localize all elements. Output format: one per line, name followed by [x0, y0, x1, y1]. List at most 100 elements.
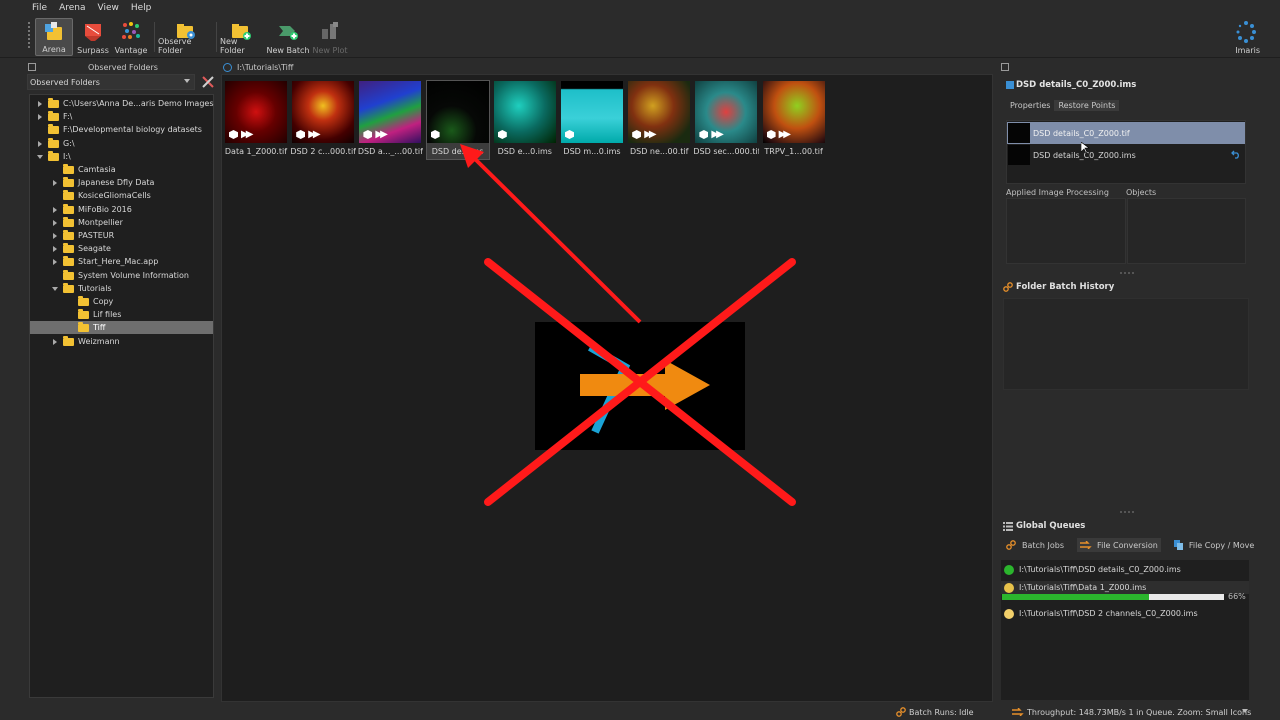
- tree-item[interactable]: MiFoBio 2016: [30, 203, 213, 216]
- folder-tree[interactable]: C:\Users\Anna De...aris Demo Images F:\ F:…: [29, 94, 214, 698]
- chevron-right-icon[interactable]: [53, 206, 57, 213]
- tree-item[interactable]: Lif files: [30, 308, 213, 321]
- undock-icon[interactable]: [1001, 63, 1009, 71]
- tree-item[interactable]: Japanese Dfly Data: [30, 176, 213, 189]
- new-plot-button[interactable]: New Plot: [312, 18, 348, 56]
- observed-folders-select[interactable]: Observed Folders: [27, 74, 195, 90]
- tab-file-copy-move[interactable]: File Copy / Move: [1171, 538, 1257, 552]
- tree-item-label: Lif files: [93, 310, 122, 320]
- file-thumbnail[interactable]: DSD e...0.ims: [493, 81, 556, 159]
- folder-icon: [48, 98, 59, 108]
- tree-item[interactable]: Start_Here_Mac.app: [30, 255, 213, 268]
- observed-folders-select-value: Observed Folders: [30, 77, 100, 87]
- tree-item[interactable]: Weizmann: [30, 335, 213, 348]
- folder-icon: [48, 124, 59, 135]
- tree-item[interactable]: PASTEUR: [30, 229, 213, 242]
- thumbnail-image: [493, 81, 556, 143]
- file-thumbnail[interactable]: DSD m...0.ims: [561, 81, 623, 159]
- details-tabs: Properties Restore Points: [1006, 100, 1120, 111]
- splitter-handle[interactable]: [1120, 511, 1134, 514]
- file-thumbnail[interactable]: ▶▶ TRPV_1...00.tif: [762, 81, 825, 159]
- chevron-right-icon[interactable]: [53, 180, 57, 187]
- tree-item[interactable]: F:\Developmental biology datasets: [30, 123, 213, 136]
- file-thumbnail[interactable]: ▶▶ DSD a..._...00.tif: [358, 81, 423, 159]
- new-batch-button[interactable]: New Batch: [266, 18, 310, 56]
- tree-item[interactable]: KosiceGliomaCells: [30, 189, 213, 202]
- info-icon[interactable]: [223, 62, 232, 72]
- queue-item[interactable]: I:\Tutorials\Tiff\DSD 2 channels_C0_Z000…: [1001, 607, 1249, 620]
- chevron-down-icon[interactable]: [1242, 709, 1248, 713]
- chevron-right-icon[interactable]: [38, 140, 42, 147]
- splitter-handle[interactable]: [1120, 272, 1134, 275]
- chevron-right-icon[interactable]: [53, 233, 57, 239]
- details-header: [1001, 60, 1009, 74]
- restore-point-item[interactable]: DSD details_C0_Z000.ims: [1007, 144, 1245, 166]
- tab-batch-jobs-label: Batch Jobs: [1022, 540, 1065, 550]
- menu-file[interactable]: File: [32, 3, 47, 13]
- tree-item[interactable]: Montpellier: [30, 216, 213, 229]
- tab-file-conversion[interactable]: File Conversion: [1077, 538, 1161, 552]
- file-browser[interactable]: ▶▶ Data 1_Z000.tif ▶▶ DSD 2 c...000.tif ▶▶ DS…: [221, 74, 993, 702]
- folder-icon: [78, 322, 89, 333]
- chevron-right-icon[interactable]: [53, 219, 57, 226]
- file-thumbnail[interactable]: ▶▶ DSD ne...00.tif: [628, 81, 691, 159]
- file-thumbnail[interactable]: ▶▶ Data 1_Z000.tif: [225, 81, 287, 159]
- arena-button[interactable]: Arena: [35, 18, 73, 56]
- current-path: I:\Tutorials\Tiff: [237, 62, 294, 72]
- pending-icon: [1004, 608, 1014, 619]
- restore-icon[interactable]: [1231, 150, 1241, 159]
- tools-icon[interactable]: [201, 75, 215, 89]
- surpass-button[interactable]: Surpass: [75, 18, 111, 56]
- tab-properties[interactable]: Properties: [1006, 100, 1054, 111]
- observe-folder-button[interactable]: Observe Folder: [158, 18, 214, 56]
- tree-item[interactable]: Tutorials: [30, 282, 213, 295]
- chevron-right-icon[interactable]: [53, 259, 57, 266]
- toolbar-grip[interactable]: [28, 22, 33, 48]
- menu-help[interactable]: Help: [131, 3, 152, 13]
- chevron-down-icon[interactable]: [52, 286, 58, 291]
- file-thumbnail[interactable]: DSD de...ims: [425, 80, 490, 160]
- file-conversion-icon: [1080, 541, 1092, 549]
- chevron-down-icon[interactable]: [37, 154, 43, 159]
- tree-item[interactable]: G:\: [30, 137, 213, 150]
- chevron-right-icon[interactable]: [38, 101, 42, 107]
- restore-point-item[interactable]: DSD details_C0_Z000.tif: [1007, 122, 1245, 144]
- tree-item[interactable]: Copy: [30, 295, 213, 308]
- surpass-label: Surpass: [77, 46, 109, 55]
- tree-item[interactable]: Tiff: [30, 321, 213, 335]
- tree-item-label: Japanese Dfly Data: [78, 178, 155, 188]
- batch-runs-icon: [896, 707, 906, 717]
- cube-icon: [363, 130, 373, 139]
- menu-view[interactable]: View: [97, 3, 118, 13]
- tree-item[interactable]: Seagate: [30, 242, 213, 255]
- new-folder-button[interactable]: New Folder: [220, 18, 262, 56]
- chevron-right-icon[interactable]: [38, 114, 42, 121]
- chevron-right-icon[interactable]: [53, 246, 57, 253]
- chevron-right-icon[interactable]: [53, 338, 57, 345]
- list-icon: [1003, 521, 1013, 531]
- tree-item[interactable]: C:\Users\Anna De...aris Demo Images: [30, 97, 214, 110]
- vantage-button[interactable]: Vantage: [113, 18, 149, 56]
- file-thumbnail[interactable]: ▶▶ DSD sec...000.tif: [693, 81, 759, 159]
- path-bar: I:\Tutorials\Tiff: [223, 60, 293, 74]
- file-thumbnail[interactable]: ▶▶ DSD 2 c...000.tif: [290, 81, 356, 159]
- tree-item[interactable]: F:\: [30, 110, 213, 123]
- tree-item[interactable]: Camtasia: [30, 163, 213, 176]
- folder-icon: [48, 150, 59, 161]
- queue-item-path: I:\Tutorials\Tiff\Data 1_Z000.ims: [1019, 583, 1147, 592]
- fast-forward-icon: ▶▶: [375, 129, 388, 140]
- tree-item[interactable]: System Volume Information: [30, 269, 213, 282]
- objects-label: Objects: [1126, 188, 1157, 197]
- progress-percent: 66%: [1228, 592, 1246, 601]
- progress-fill: [1002, 594, 1149, 600]
- tab-batch-jobs[interactable]: Batch Jobs: [1003, 538, 1067, 552]
- thumbnail-caption: TRPV_1...00.tif: [764, 147, 823, 156]
- undock-icon[interactable]: [28, 63, 36, 71]
- folder-icon: [63, 243, 74, 254]
- arena-icon: [45, 22, 62, 40]
- tree-item[interactable]: I:\: [30, 150, 213, 163]
- queue-item[interactable]: I:\Tutorials\Tiff\DSD details_C0_Z000.im…: [1001, 563, 1249, 576]
- tab-restore-points[interactable]: Restore Points: [1054, 100, 1120, 111]
- menu-arena[interactable]: Arena: [59, 3, 85, 13]
- new-folder-icon: [232, 24, 251, 40]
